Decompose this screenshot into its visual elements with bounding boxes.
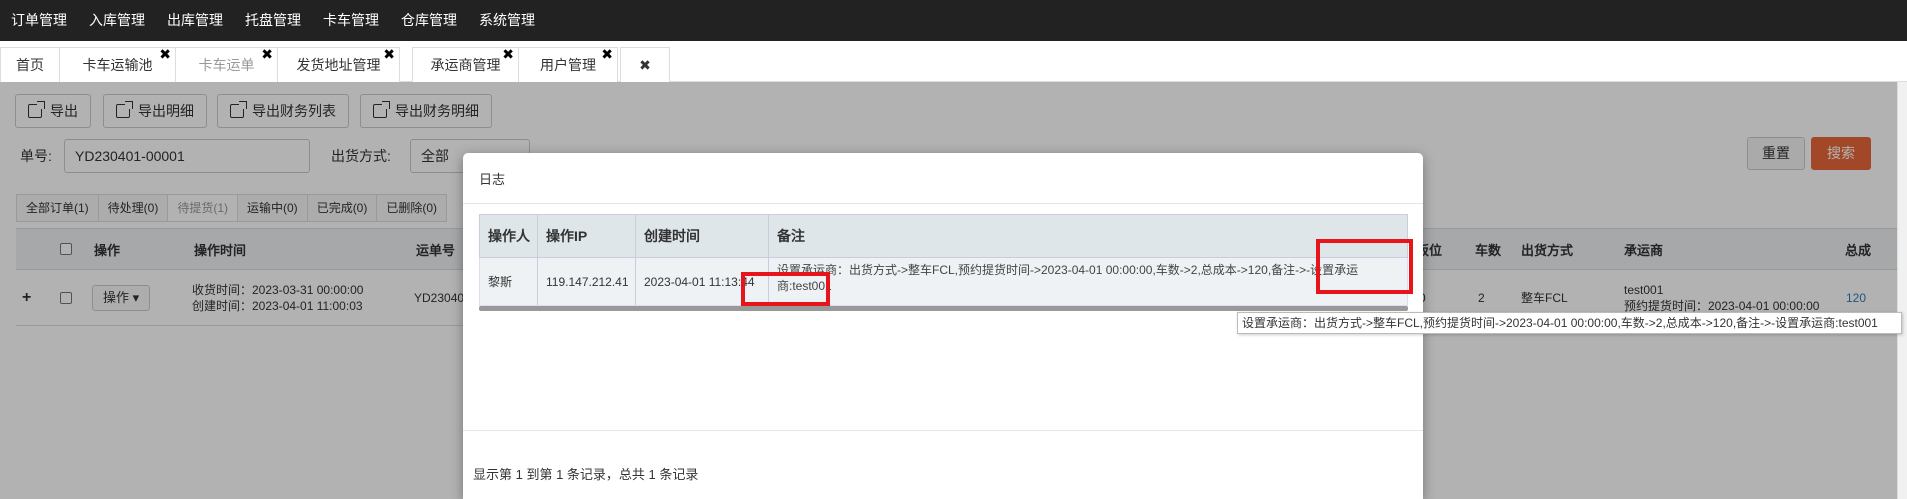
log-table: 操作人 操作IP 创建时间 备注 黎斯 119.147.212.41 2023-… <box>479 214 1408 311</box>
close-icon[interactable]: ✖ <box>502 44 514 64</box>
log-row: 黎斯 119.147.212.41 2023-04-01 11:13:44 设置… <box>479 258 1408 306</box>
log-col-operator: 操作人 <box>480 215 538 257</box>
nav-warehouse-management[interactable]: 仓库管理 <box>390 0 468 41</box>
log-row-operator: 黎斯 <box>480 258 538 305</box>
log-table-header: 操作人 操作IP 创建时间 备注 <box>479 214 1408 258</box>
nav-outbound-management[interactable]: 出库管理 <box>156 0 234 41</box>
tab-truck-waybill[interactable]: 卡车运单 ✖ <box>175 44 278 82</box>
close-icon[interactable]: ✖ <box>159 44 171 64</box>
close-icon[interactable]: ✖ <box>261 44 273 64</box>
log-row-ip: 119.147.212.41 <box>538 258 636 305</box>
tab-bar: 首页 卡车运输池 ✖ 卡车运单 ✖ 发货地址管理 ✖ 承运商管理 ✖ 用户管理 … <box>0 41 1907 82</box>
tab-home[interactable]: 首页 <box>0 47 60 82</box>
nav-truck-management[interactable]: 卡车管理 <box>312 0 390 41</box>
nav-system-management[interactable]: 系统管理 <box>468 0 546 41</box>
close-all-tabs-button[interactable]: ✖ <box>620 47 670 82</box>
tab-ship-address[interactable]: 发货地址管理 ✖ <box>277 44 400 82</box>
highlight-box <box>1316 239 1413 294</box>
nav-inbound-management[interactable]: 入库管理 <box>78 0 156 41</box>
top-nav: 订单管理 入库管理 出库管理 托盘管理 卡车管理 仓库管理 系统管理 <box>0 0 1907 41</box>
nav-pallet-management[interactable]: 托盘管理 <box>234 0 312 41</box>
log-col-note: 备注 <box>777 228 805 244</box>
note-tooltip: 设置承运商：出货方式->整车FCL,预约提货时间->2023-04-01 00:… <box>1237 312 1902 334</box>
log-row-note: 设置承运商：出货方式->整车FCL,预约提货时间->2023-04-01 00:… <box>777 263 1359 293</box>
nav-order-management[interactable]: 订单管理 <box>0 0 78 41</box>
close-icon[interactable]: ✖ <box>383 44 395 64</box>
pagination-info: 显示第 1 到第 1 条记录，总共 1 条记录 <box>473 467 699 482</box>
log-col-created: 创建时间 <box>636 215 769 257</box>
modal-title: 日志 <box>479 172 506 187</box>
tab-user[interactable]: 用户管理 ✖ <box>518 44 618 82</box>
tab-carrier[interactable]: 承运商管理 ✖ <box>412 44 519 82</box>
page-scrollbar[interactable] <box>1897 82 1907 499</box>
log-col-ip: 操作IP <box>538 215 636 257</box>
tab-truck-pool[interactable]: 卡车运输池 ✖ <box>59 44 176 82</box>
log-table-scrollbar[interactable] <box>479 306 1408 311</box>
close-all-icon: ✖ <box>639 57 651 73</box>
highlight-box <box>741 272 830 306</box>
close-icon[interactable]: ✖ <box>601 44 613 64</box>
